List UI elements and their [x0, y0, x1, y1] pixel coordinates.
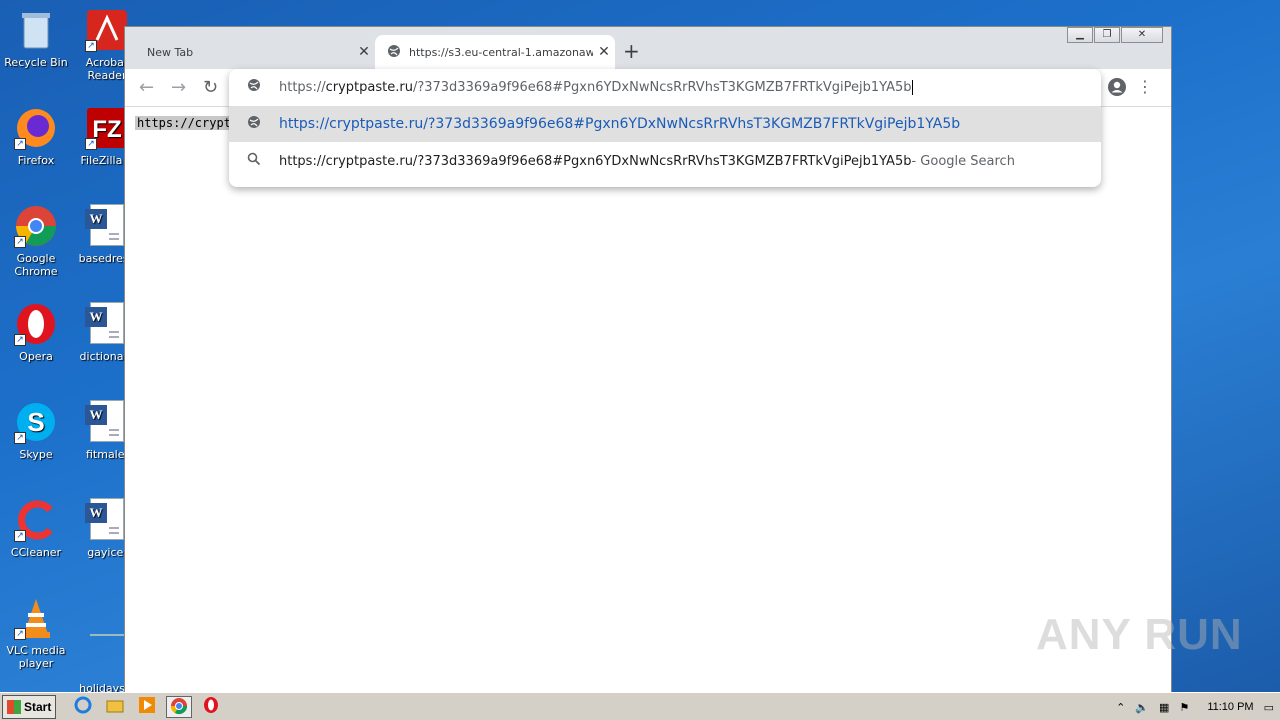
- new-tab-button[interactable]: +: [623, 39, 640, 63]
- address-bar-text: https://cryptpaste.ru/?373d3369a9f96e68#…: [279, 79, 913, 95]
- filezilla-icon: FZ ↗: [85, 106, 129, 150]
- word-doc-icon: W: [85, 400, 129, 444]
- network-icon[interactable]: ▦: [1159, 701, 1169, 714]
- close-icon[interactable]: ✕: [593, 44, 615, 60]
- omnibox-dropdown: https://cryptpaste.ru/?373d3369a9f96e68#…: [229, 69, 1101, 187]
- desktop-icon-vlc[interactable]: ↗ VLC media player: [1, 596, 71, 670]
- recycle-bin-icon: [14, 8, 58, 52]
- firefox-icon: ↗: [14, 106, 58, 150]
- tab-new-tab[interactable]: New Tab ✕: [135, 35, 375, 69]
- desktop-icon-chrome[interactable]: ↗ Google Chrome: [1, 204, 71, 278]
- desktop-icon-recycle-bin[interactable]: Recycle Bin: [1, 8, 71, 69]
- opera-taskbar-icon[interactable]: [198, 696, 224, 718]
- show-hidden-icons-icon[interactable]: ⌃: [1116, 701, 1125, 714]
- clock[interactable]: 11:10 PM: [1207, 701, 1253, 713]
- globe-icon: [229, 115, 279, 133]
- skype-icon: S ↗: [14, 400, 58, 444]
- shortcut-arrow-icon: ↗: [14, 432, 26, 444]
- word-doc-icon: W: [85, 302, 129, 346]
- shortcut-arrow-icon: ↗: [85, 40, 97, 52]
- forward-arrow-icon[interactable]: →: [171, 77, 186, 98]
- opera-icon: ↗: [14, 302, 58, 346]
- back-arrow-icon[interactable]: ←: [139, 77, 154, 98]
- profile-icon[interactable]: [1107, 77, 1127, 102]
- word-doc-icon: W: [85, 498, 129, 542]
- shortcut-arrow-icon: ↗: [14, 334, 26, 346]
- ccleaner-icon: ↗: [14, 498, 58, 542]
- tab-strip: New Tab ✕ https://s3.eu-central-1.amazon…: [125, 27, 1171, 69]
- reload-icon[interactable]: ↻: [203, 77, 218, 98]
- desktop-icon-opera[interactable]: ↗ Opera: [1, 302, 71, 363]
- globe-icon: [229, 78, 279, 96]
- minimize-button[interactable]: ▁: [1067, 27, 1093, 43]
- file-icon: [85, 634, 129, 678]
- watermark: ANY RUN: [1036, 610, 1243, 659]
- shortcut-arrow-icon: ↗: [14, 138, 26, 150]
- word-doc-icon: W: [85, 204, 129, 248]
- close-icon[interactable]: ✕: [353, 44, 375, 60]
- start-button[interactable]: Start: [2, 694, 56, 719]
- svg-text:S: S: [27, 407, 44, 437]
- chrome-taskbar-icon[interactable]: [166, 695, 192, 718]
- folder-icon[interactable]: [102, 696, 128, 718]
- acrobat-icon: ↗: [85, 8, 129, 52]
- restore-button[interactable]: ❐: [1094, 27, 1120, 43]
- desktop-icon-skype[interactable]: S ↗ Skype: [1, 400, 71, 461]
- globe-icon: [387, 44, 401, 61]
- chrome-icon: ↗: [14, 204, 58, 248]
- desktop-icon-ccleaner[interactable]: ↗ CCleaner: [1, 498, 71, 559]
- address-bar[interactable]: https://cryptpaste.ru/?373d3369a9f96e68#…: [229, 69, 1101, 105]
- shortcut-arrow-icon: ↗: [14, 530, 26, 542]
- page-text: https://cryptp: [135, 116, 241, 130]
- desktop-icon-firefox[interactable]: ↗ Firefox: [1, 106, 71, 167]
- search-icon: [229, 152, 279, 170]
- internet-explorer-icon[interactable]: [70, 696, 96, 718]
- close-window-button[interactable]: ✕: [1121, 27, 1163, 43]
- tab-amazonaws[interactable]: https://s3.eu-central-1.amazonaws ✕: [375, 35, 615, 69]
- taskbar: Start ⌃ 🔈 ▦ ⚑ 11:10 PM ▭: [0, 692, 1280, 720]
- show-desktop-icon[interactable]: ▭: [1264, 701, 1274, 714]
- media-player-icon[interactable]: [134, 696, 160, 718]
- suggestion-search[interactable]: https://cryptpaste.ru/?373d3369a9f96e68#…: [229, 143, 1101, 179]
- browser-window: New Tab ✕ https://s3.eu-central-1.amazon…: [124, 26, 1172, 693]
- shortcut-arrow-icon: ↗: [14, 628, 26, 640]
- kebab-menu-icon[interactable]: ⋮: [1137, 77, 1153, 96]
- page-content: https://cryptp: [125, 108, 1171, 693]
- action-center-flag-icon[interactable]: ⚑: [1179, 701, 1189, 714]
- window-controls: ▁ ❐ ✕: [1066, 27, 1163, 43]
- shortcut-arrow-icon: ↗: [14, 236, 26, 248]
- volume-icon[interactable]: 🔈: [1135, 701, 1149, 714]
- vlc-icon: ↗: [14, 596, 58, 640]
- suggestion-url[interactable]: https://cryptpaste.ru/?373d3369a9f96e68#…: [229, 106, 1101, 142]
- windows-logo-icon: [7, 699, 21, 714]
- shortcut-arrow-icon: ↗: [85, 138, 97, 150]
- system-tray: ⌃ 🔈 ▦ ⚑ 11:10 PM ▭: [1100, 693, 1280, 720]
